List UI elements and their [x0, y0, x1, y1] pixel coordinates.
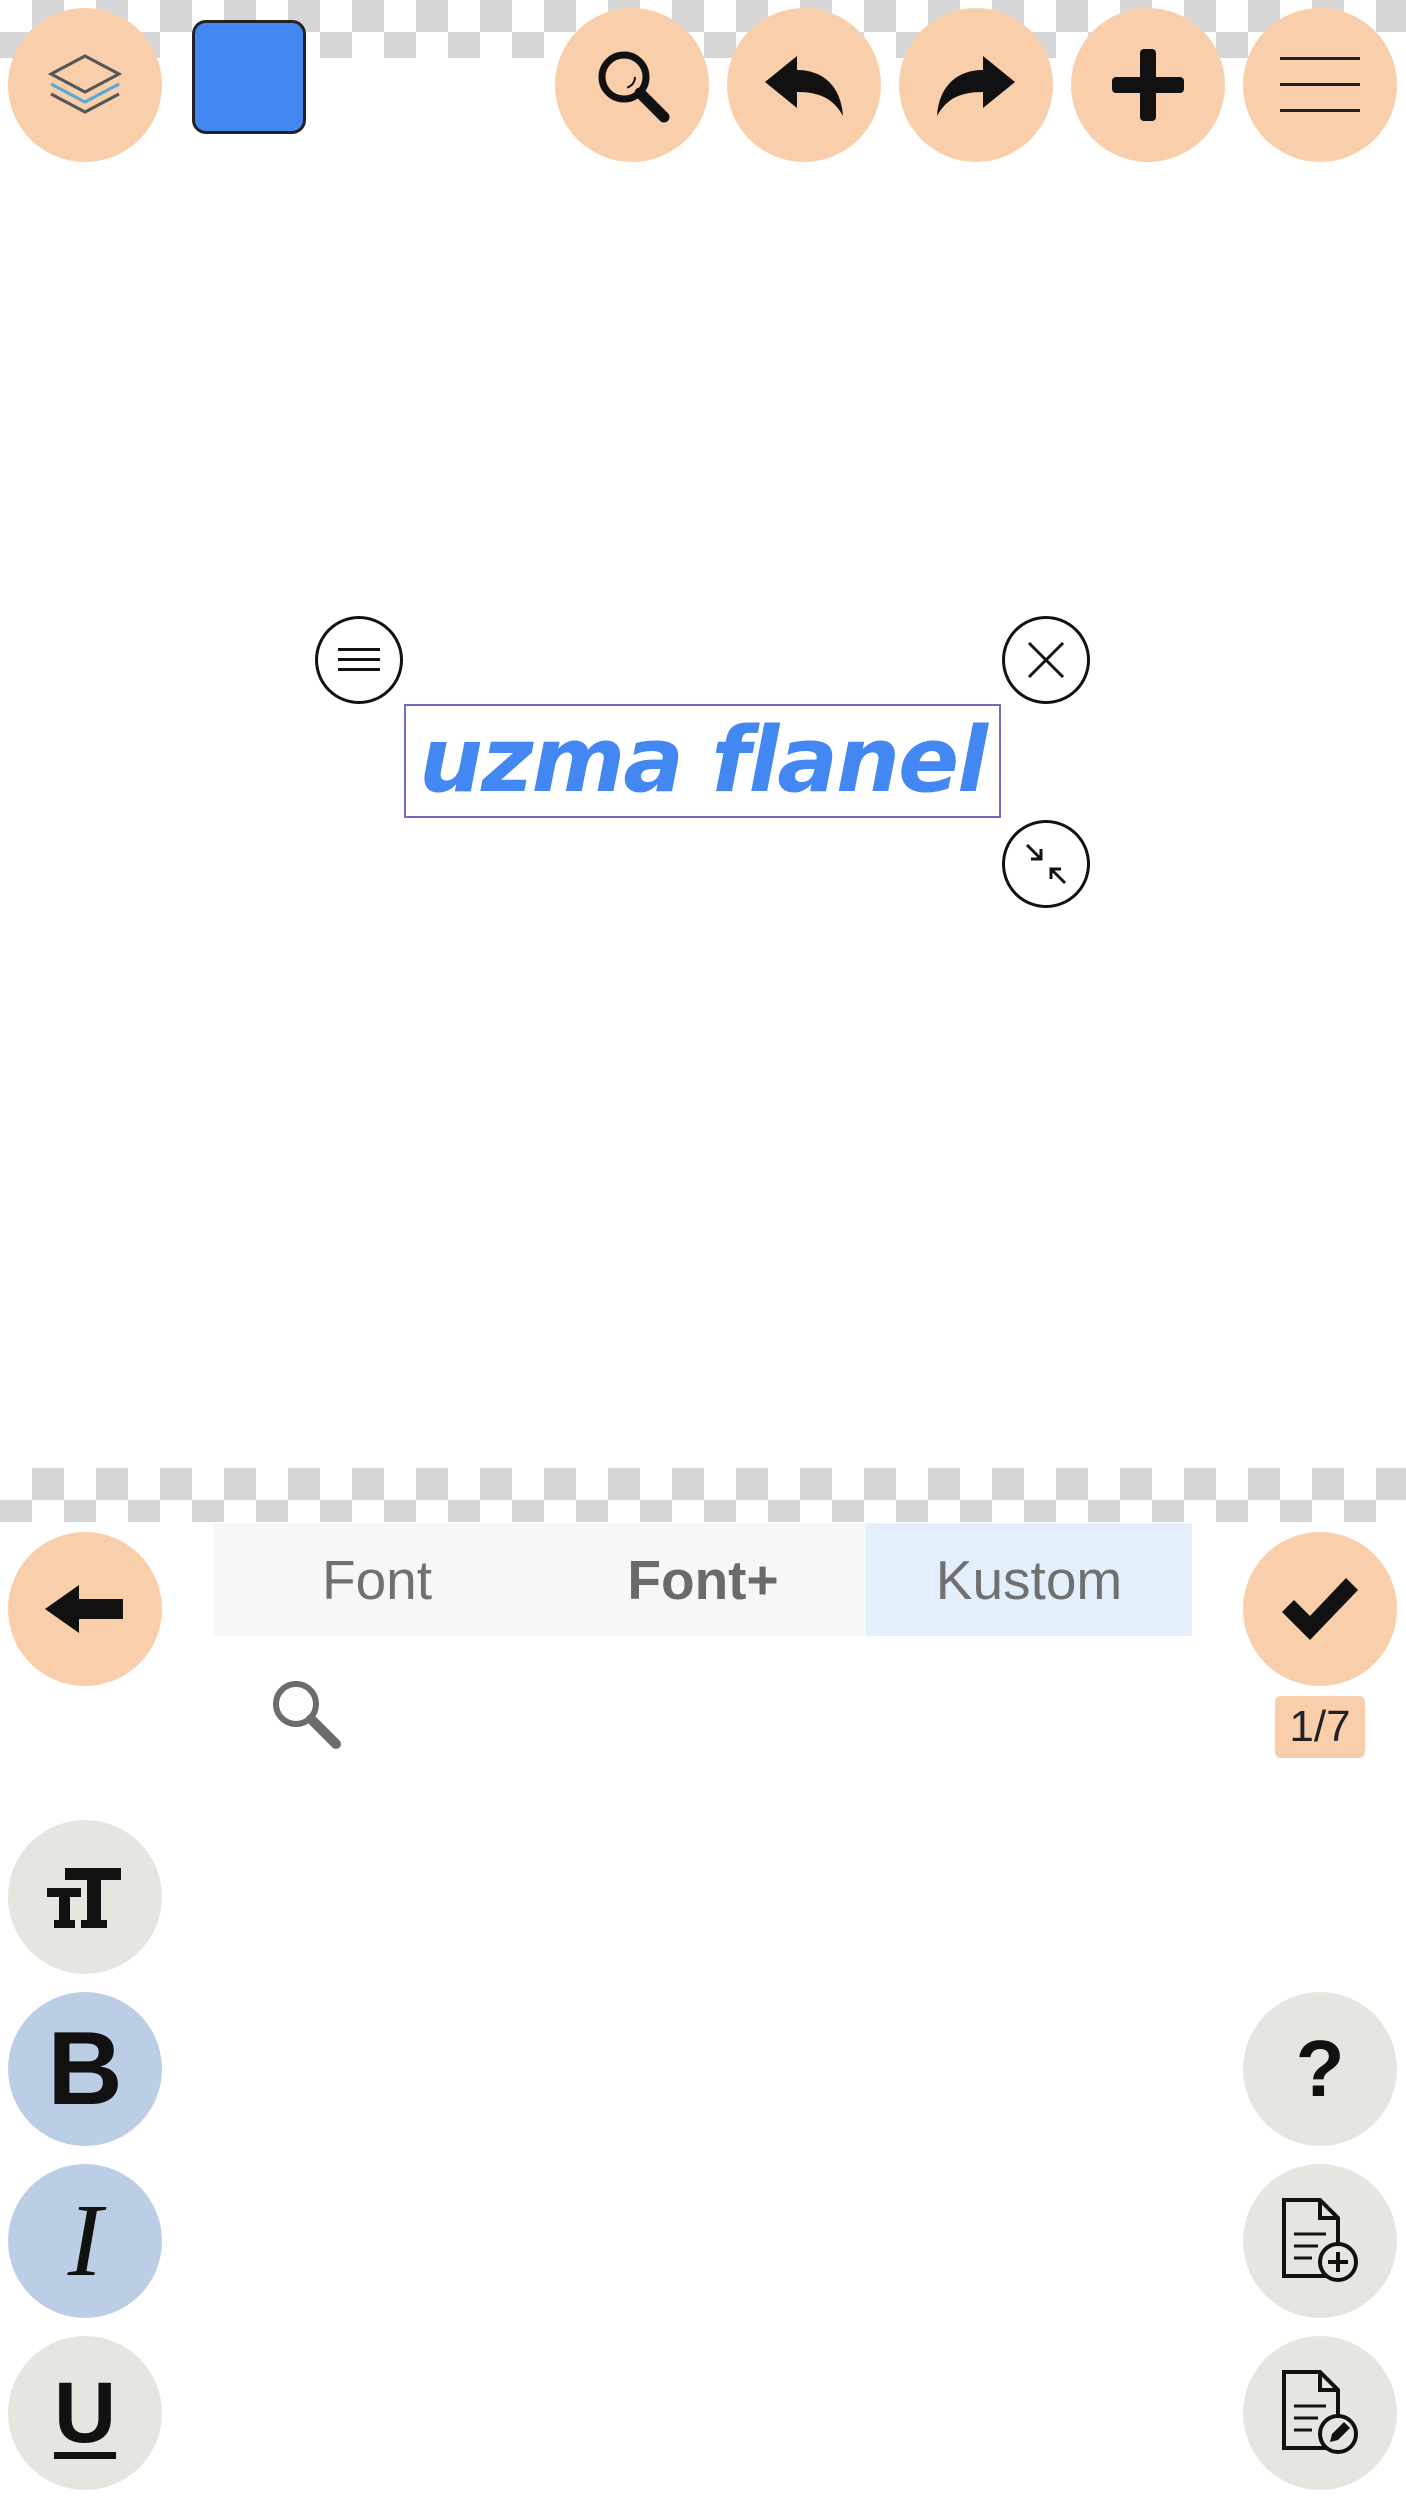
menu-button[interactable] [1243, 8, 1397, 162]
edit-font-file-button[interactable] [1243, 2336, 1397, 2490]
add-button[interactable] [1071, 8, 1225, 162]
hamburger-menu-icon [1280, 57, 1360, 112]
search-icon[interactable] [268, 1676, 344, 1757]
back-button[interactable] [8, 1532, 162, 1686]
text-options-handle[interactable] [315, 616, 403, 704]
add-font-file-button[interactable] [1243, 2164, 1397, 2318]
redo-icon [937, 56, 1015, 116]
text-resize-handle[interactable] [1002, 820, 1090, 908]
tab-kustom[interactable]: Kustom [866, 1523, 1192, 1636]
undo-icon [765, 56, 843, 116]
resize-handle-icon [1025, 843, 1067, 885]
confirm-button[interactable] [1243, 1532, 1397, 1686]
page-indicator: 1/7 [1275, 1696, 1365, 1758]
layers-button[interactable] [8, 8, 162, 162]
italic-button[interactable]: I [8, 2164, 162, 2318]
document-edit-icon [1282, 2370, 1358, 2454]
bold-button[interactable]: B [8, 1992, 162, 2146]
help-button[interactable]: ? [1243, 1992, 1397, 2146]
plus-icon [1112, 49, 1184, 121]
menu-handle-icon [338, 648, 380, 671]
font-tabs: Font Font+ Kustom [214, 1523, 1192, 1636]
color-swatch[interactable] [192, 20, 306, 134]
text-size-icon [47, 1868, 121, 1928]
arrow-left-icon [45, 1585, 123, 1633]
help-icon: ? [1295, 2024, 1345, 2113]
layers-icon [47, 54, 123, 114]
zoom-button[interactable] [555, 8, 709, 162]
document-add-icon [1282, 2198, 1358, 2282]
italic-icon: I [67, 2183, 103, 2298]
text-delete-handle[interactable] [1002, 616, 1090, 704]
tab-font-plus[interactable]: Font+ [540, 1523, 866, 1636]
magnifier-icon [598, 51, 670, 123]
undo-button[interactable] [727, 8, 881, 162]
underline-button[interactable]: U [8, 2336, 162, 2490]
canvas-text-element[interactable]: uzma flanel [404, 704, 1001, 818]
canvas-text: uzma flanel [419, 708, 988, 813]
redo-button[interactable] [899, 8, 1053, 162]
tab-font[interactable]: Font [214, 1523, 540, 1636]
underline-icon: U [53, 2365, 117, 2461]
transparency-strip-bottom [0, 1468, 1406, 1522]
text-size-button[interactable] [8, 1820, 162, 1974]
bold-icon: B [47, 2011, 123, 2127]
close-handle-icon [1027, 641, 1065, 679]
checkmark-icon [1282, 1578, 1358, 1640]
